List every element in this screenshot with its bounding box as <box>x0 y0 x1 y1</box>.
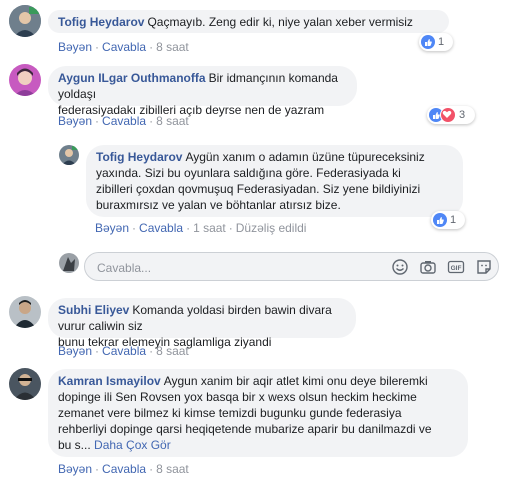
like-link[interactable]: Bəyən <box>58 462 92 476</box>
reply-text-line: yaxında. Sizi bu oyunlara saldığına göre… <box>96 166 401 180</box>
reply-author[interactable]: Tofig Heydarov <box>96 150 182 164</box>
reply-link[interactable]: Cavabla <box>139 221 183 235</box>
like-link[interactable]: Bəyən <box>58 114 92 128</box>
comment-actions: Bəyən · Cavabla · 8 saat <box>58 344 189 358</box>
edited-link[interactable]: Düzəliş edildi <box>236 221 307 235</box>
comment-bubble: Aygun ILgar Outhmanoffa Bir idmançının ko… <box>48 66 357 117</box>
reply-input-box: GIF <box>84 252 499 281</box>
reaction-count: 3 <box>459 109 466 121</box>
like-reaction-icon <box>433 213 447 227</box>
profile-photo-icon <box>9 64 41 96</box>
comment-text-line: zemanet vere bilmez ki kimse temizdi bug… <box>58 406 402 420</box>
like-link[interactable]: Bəyən <box>58 40 92 54</box>
avatar[interactable] <box>9 64 41 96</box>
like-link[interactable]: Bəyən <box>95 221 129 235</box>
like-reaction-icon <box>421 35 435 49</box>
avatar[interactable] <box>9 368 41 400</box>
profile-photo-icon <box>59 145 79 165</box>
like-link[interactable]: Bəyən <box>58 344 92 358</box>
reply-input[interactable] <box>95 258 299 278</box>
reaction-summary[interactable]: 1 <box>419 33 453 51</box>
timestamp[interactable]: 8 saat <box>156 344 189 358</box>
profile-photo-icon <box>9 5 41 37</box>
reply-text-line: zibilleri çoxdan qovmuşuq Federasiyadan.… <box>96 182 421 196</box>
current-user-avatar <box>59 253 79 273</box>
avatar[interactable] <box>59 145 79 165</box>
reaction-count: 1 <box>450 214 457 226</box>
emoji-icon[interactable] <box>391 258 409 276</box>
comment-bubble: Subhi Eliyev Komanda yoldasi birden bawin… <box>48 298 356 349</box>
comment-actions: Bəyən · Cavabla · 8 saat <box>58 114 189 128</box>
comment-text-line: Aygun xanim bir aqir atlet kimi onu deye… <box>163 374 428 388</box>
comment-text-line: bu s... <box>58 438 91 452</box>
reply-bubble: Tofig Heydarov Aygün xanım o adamın üzüne… <box>86 145 463 217</box>
svg-text:GIF: GIF <box>451 265 462 272</box>
profile-photo-icon <box>59 253 79 273</box>
see-more-link[interactable]: Daha Çox Gör <box>94 438 171 452</box>
reaction-count: 1 <box>438 36 445 48</box>
comment-author[interactable]: Tofig Heydarov <box>58 15 144 29</box>
comment-author[interactable]: Kamran Ismayilov <box>58 374 161 388</box>
reply-text-line: Aygün xanım o adamın üzüne tüpureceksini… <box>185 150 425 164</box>
reaction-summary[interactable]: 1 <box>431 211 465 229</box>
reply-link[interactable]: Cavabla <box>102 462 146 476</box>
comment-text: Qaçmayıb. Zeng edir ki, niye yalan xeber… <box>147 15 413 29</box>
comment-text-line: rehberliyi dopinge qarsi heqiqetende mub… <box>58 422 432 436</box>
timestamp[interactable]: 1 saat <box>193 221 226 235</box>
comment-bubble: Kamran Ismayilov Aygun xanim bir aqir atl… <box>48 369 468 457</box>
love-reaction-icon <box>440 107 456 123</box>
timestamp[interactable]: 8 saat <box>156 114 189 128</box>
profile-photo-icon <box>9 368 41 400</box>
gif-icon[interactable]: GIF <box>447 258 465 276</box>
reply-actions: Bəyən · Cavabla · 1 saat · Düzəliş edildi <box>95 221 307 235</box>
comment-actions: Bəyən · Cavabla · 8 saat <box>58 40 189 54</box>
timestamp[interactable]: 8 saat <box>156 462 189 476</box>
timestamp[interactable]: 8 saat <box>156 40 189 54</box>
reply-link[interactable]: Cavabla <box>102 114 146 128</box>
comment-actions: Bəyən · Cavabla · 8 saat <box>58 462 189 476</box>
reply-link[interactable]: Cavabla <box>102 40 146 54</box>
reply-text-line: buraxmırsız ve yalan ve böhtanlar atırsı… <box>96 198 341 212</box>
reaction-summary[interactable]: 3 <box>427 106 475 124</box>
comment-author[interactable]: Subhi Eliyev <box>58 303 129 317</box>
comment-author[interactable]: Aygun ILgar Outhmanoffa <box>58 71 206 85</box>
camera-icon[interactable] <box>419 258 437 276</box>
avatar[interactable] <box>9 296 41 328</box>
reply-link[interactable]: Cavabla <box>102 344 146 358</box>
profile-photo-icon <box>9 296 41 328</box>
comment-bubble: Tofig Heydarov Qaçmayıb. Zeng edir ki, ni… <box>48 10 449 33</box>
sticker-icon[interactable] <box>475 258 493 276</box>
avatar[interactable] <box>9 5 41 37</box>
comment-text-line: dopinge ili Sen Rovsen yox basqa bir x w… <box>58 390 417 404</box>
